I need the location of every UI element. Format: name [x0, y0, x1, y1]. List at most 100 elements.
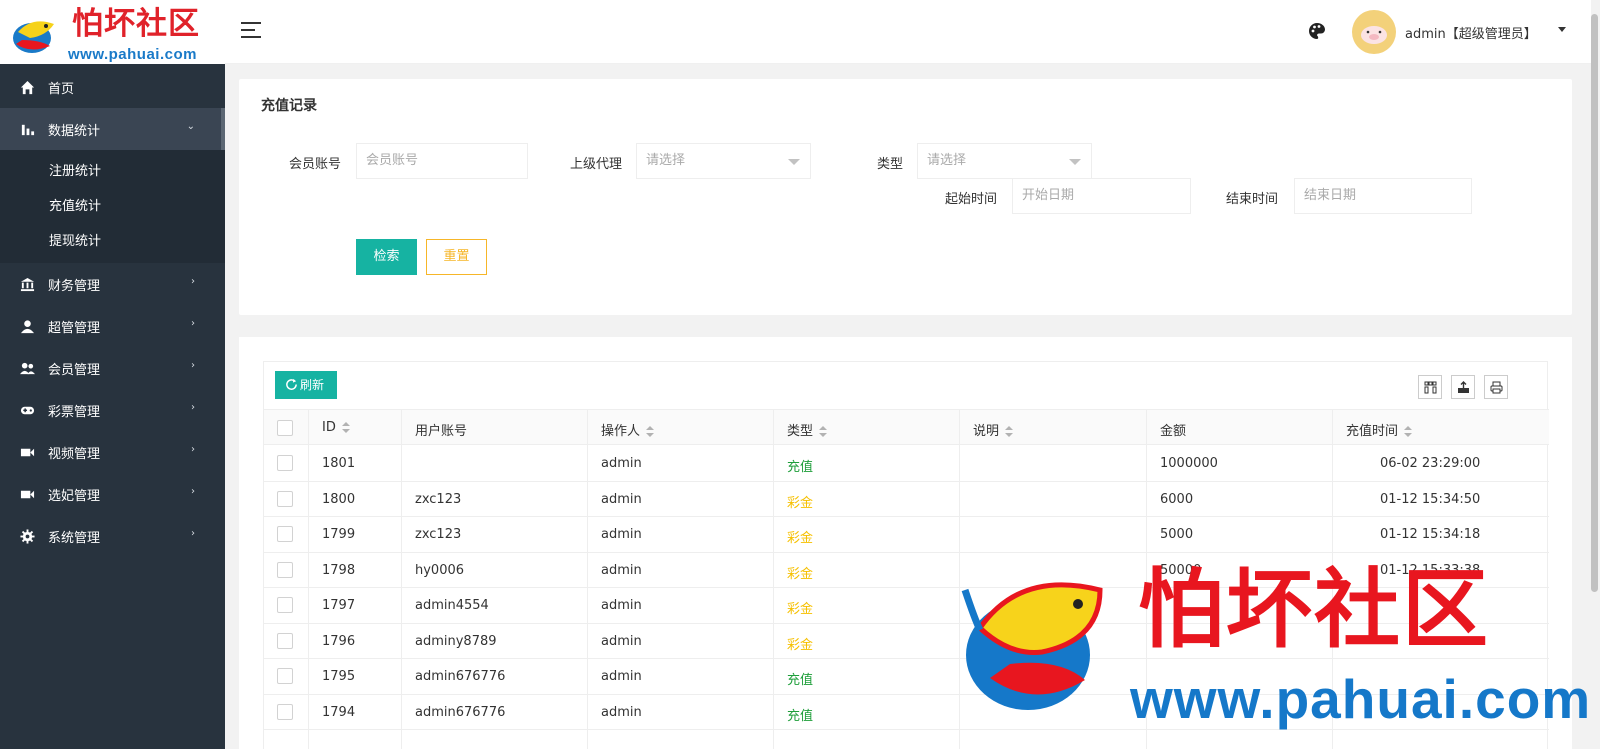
cell-type: 彩金	[787, 602, 814, 617]
table-row[interactable]: 1796 adminy8789 admin 彩金	[264, 624, 1549, 659]
caret-down-icon[interactable]	[1558, 27, 1566, 32]
type-select[interactable]: 请选择	[917, 143, 1092, 179]
sidebar-subitem-withdraw-stats[interactable]: 提现统计	[0, 224, 225, 259]
sidebar-item-admin[interactable]: 超管管理 ›	[0, 305, 225, 347]
video-icon	[20, 448, 35, 456]
row-checkbox[interactable]	[277, 561, 293, 578]
gamepad-icon	[20, 406, 35, 414]
scrollbar[interactable]	[1591, 14, 1598, 592]
cell-type: 充值	[787, 673, 814, 688]
columns-toggle-button[interactable]	[1418, 375, 1442, 399]
refresh-label: 刷新	[300, 378, 325, 392]
reset-button[interactable]: 重置	[426, 239, 487, 275]
sidebar-item-data-stats[interactable]: 数据统计 ⌄	[0, 108, 225, 150]
logo[interactable]: 怕坏社区 www.pahuai.com	[0, 0, 225, 64]
print-icon	[1490, 381, 1502, 393]
sidebar-item-label: 数据统计	[48, 123, 101, 139]
cell-id: 1797	[322, 598, 356, 613]
table-row[interactable]: 1799 zxc123 admin 彩金 5000 01-12 15:34:18	[264, 517, 1549, 553]
sidebar-item-lottery[interactable]: 彩票管理 ›	[0, 389, 225, 431]
sidebar-item-concubine[interactable]: 选妃管理 ›	[0, 473, 225, 515]
table-row[interactable]: 1800 zxc123 admin 彩金 6000 01-12 15:34:50	[264, 482, 1549, 517]
col-id[interactable]: ID	[322, 420, 350, 435]
cell-operator: admin	[601, 527, 642, 542]
cell-amount: 50000	[1160, 562, 1202, 578]
member-account-input[interactable]: 会员账号	[356, 143, 528, 179]
logo-title: 怕坏社区	[72, 6, 200, 42]
select-all-checkbox[interactable]	[277, 420, 293, 436]
end-date-input[interactable]: 结束日期	[1294, 178, 1472, 214]
agent-select-value: 请选择	[646, 153, 686, 168]
sidebar-item-system[interactable]: 系统管理 ›	[0, 515, 225, 557]
row-checkbox[interactable]	[277, 668, 293, 684]
sort-icon[interactable]	[1404, 425, 1413, 438]
agent-select[interactable]: 请选择	[636, 143, 811, 179]
sidebar-item-label: 财务管理	[48, 278, 101, 294]
col-label: 类型	[787, 424, 814, 439]
refresh-button[interactable]: 刷新	[275, 371, 337, 399]
type-select-value: 请选择	[927, 153, 967, 168]
username[interactable]: admin【超级管理员】	[1405, 23, 1537, 42]
sort-icon[interactable]	[1005, 425, 1014, 438]
row-checkbox[interactable]	[277, 703, 293, 720]
col-operator[interactable]: 操作人	[601, 420, 655, 439]
chevron-right-icon: ›	[191, 528, 195, 539]
col-user: 用户账号	[415, 420, 467, 439]
export-icon	[1457, 380, 1469, 393]
row-checkbox[interactable]	[277, 490, 293, 507]
search-button[interactable]: 检索	[356, 239, 417, 275]
row-checkbox[interactable]	[277, 632, 293, 649]
sidebar-item-finance[interactable]: 财务管理 ›	[0, 263, 225, 305]
cell-id: 1796	[322, 633, 356, 649]
chevron-right-icon: ›	[191, 318, 195, 329]
sort-icon[interactable]	[646, 425, 655, 438]
cell-time: 01-12 15:33:38	[1380, 562, 1481, 578]
export-button[interactable]	[1451, 375, 1475, 399]
top-header: admin【超级管理员】	[225, 0, 1591, 64]
cell-user: adminy8789	[415, 633, 497, 649]
member-label: 会员账号	[289, 157, 342, 172]
video-icon	[20, 490, 35, 498]
table-row[interactable]: 1797 admin4554 admin 彩金	[264, 588, 1549, 624]
sidebar-item-home[interactable]: 首页	[0, 66, 225, 108]
table-row[interactable]: 1794 admin676776 admin 充值	[264, 695, 1549, 730]
cell-user: zxc123	[415, 491, 462, 507]
start-date-input[interactable]: 开始日期	[1012, 178, 1191, 214]
col-desc[interactable]: 说明	[973, 420, 1014, 439]
cell-id: 1799	[322, 527, 356, 542]
avatar[interactable]	[1352, 10, 1396, 54]
bank-icon	[20, 277, 35, 291]
sidebar-item-members[interactable]: 会员管理 ›	[0, 347, 225, 389]
sidebar-item-label: 会员管理	[48, 362, 101, 378]
print-button[interactable]	[1484, 375, 1508, 399]
chevron-right-icon: ›	[191, 360, 195, 371]
sidebar-item-label: 选妃管理	[48, 488, 101, 504]
col-time[interactable]: 充值时间	[1346, 420, 1413, 439]
page-title: 充值记录	[261, 98, 317, 114]
menu-icon[interactable]	[241, 22, 261, 40]
chevron-right-icon: ›	[191, 486, 195, 497]
sidebar-subitem-recharge-stats[interactable]: 充值统计	[0, 189, 225, 224]
cell-user: admin676776	[415, 669, 506, 684]
sidebar-item-video[interactable]: 视频管理 ›	[0, 431, 225, 473]
col-type[interactable]: 类型	[787, 420, 828, 439]
gear-icon	[20, 528, 35, 544]
row-checkbox[interactable]	[277, 526, 293, 542]
row-checkbox[interactable]	[277, 597, 293, 613]
table-row[interactable]: 1795 admin676776 admin 充值	[264, 659, 1549, 695]
table-header: ID 用户账号 操作人 类型 说明 金额 充值时间	[264, 409, 1549, 445]
palette-icon[interactable]	[1308, 22, 1326, 40]
sidebar-item-label: 首页	[48, 81, 75, 97]
chevron-right-icon: ›	[191, 402, 195, 413]
table-row[interactable]: 1801 admin 充值 1000000 06-02 23:29:00	[264, 446, 1549, 482]
cell-operator: admin	[601, 633, 642, 649]
sort-icon[interactable]	[819, 425, 828, 438]
chevron-down-icon	[1069, 159, 1081, 165]
col-label: 说明	[973, 424, 1000, 439]
row-checkbox[interactable]	[277, 455, 293, 471]
sidebar-subitem-register-stats[interactable]: 注册统计	[0, 154, 225, 189]
sort-icon[interactable]	[341, 421, 350, 434]
cell-user: admin676776	[415, 704, 506, 720]
col-amount: 金额	[1160, 420, 1186, 439]
table-row[interactable]: 1798 hy0006 admin 彩金 50000 01-12 15:33:38	[264, 553, 1549, 588]
